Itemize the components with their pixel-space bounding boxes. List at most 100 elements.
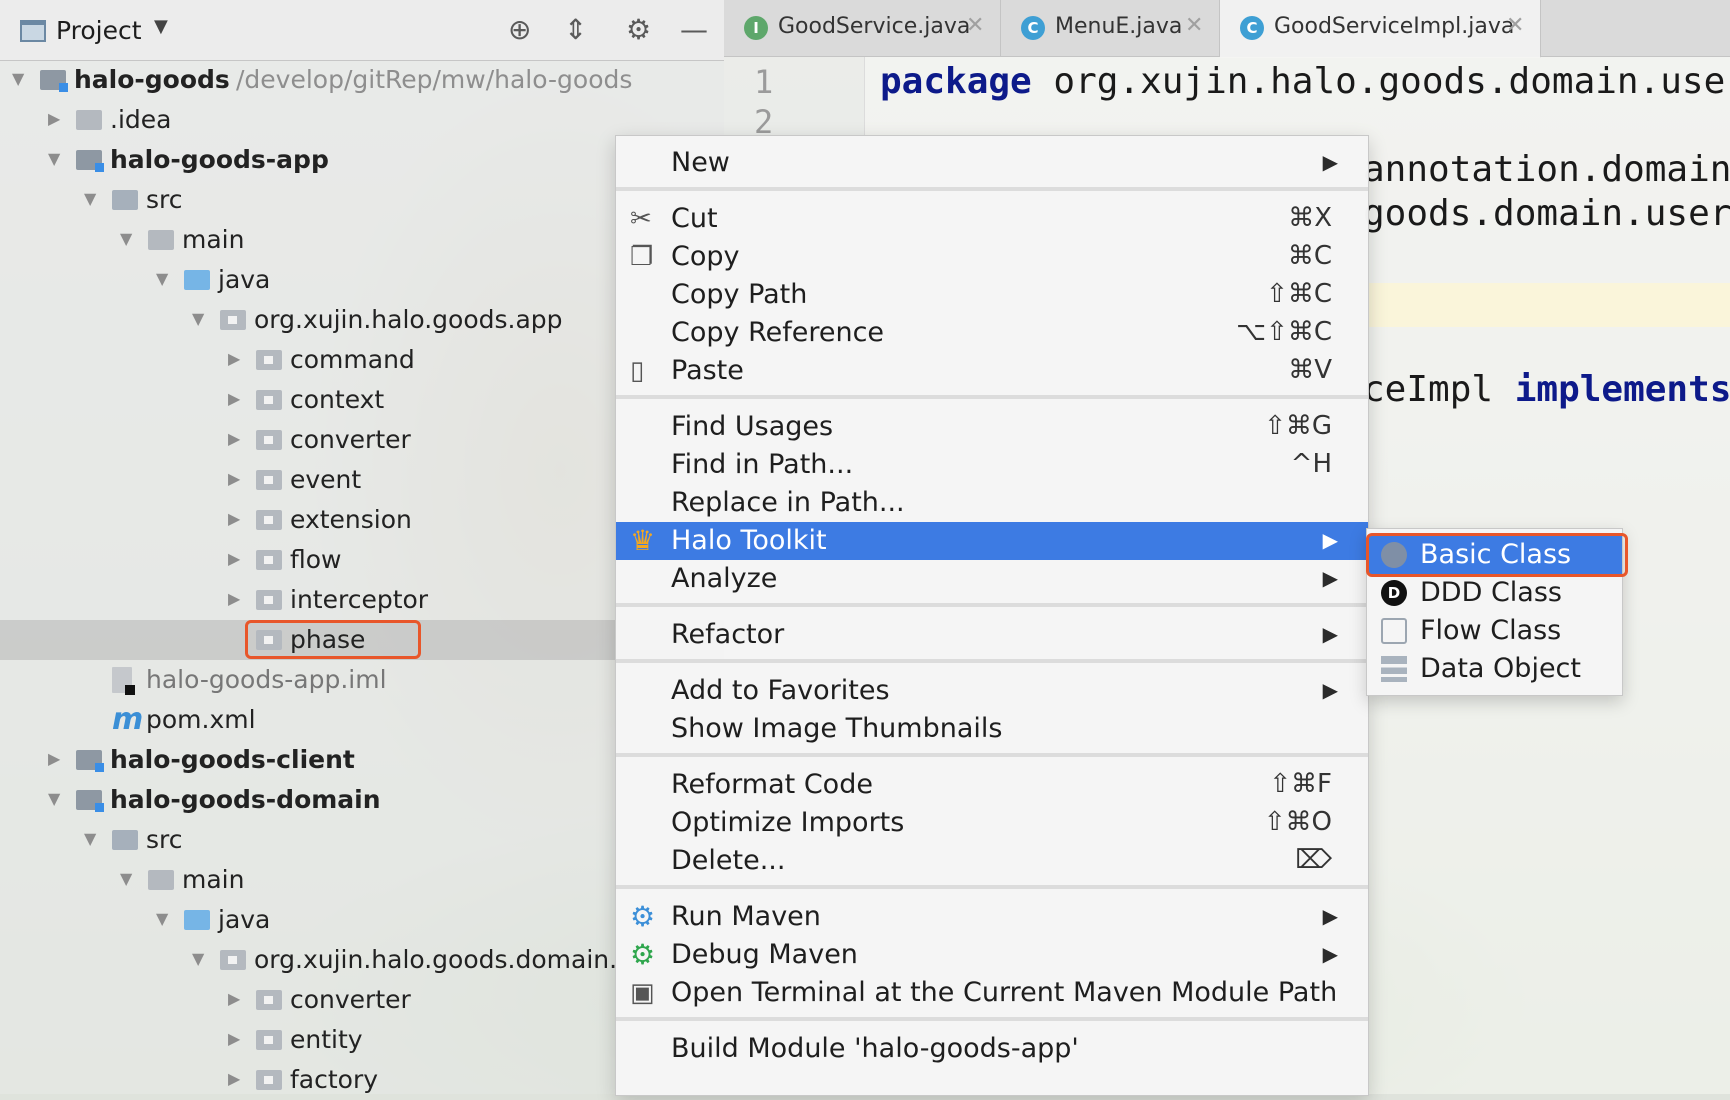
- expanded-arrow-icon[interactable]: ▼: [48, 149, 60, 168]
- tree-node[interactable]: ▶ .idea: [0, 100, 724, 140]
- menu-item-label: New: [671, 147, 730, 178]
- collapsed-arrow-icon[interactable]: ▶: [228, 589, 240, 608]
- collapsed-arrow-icon[interactable]: ▶: [228, 349, 240, 368]
- expanded-arrow-icon[interactable]: ▼: [84, 829, 96, 848]
- menu-item-build-module-halo-goods-app[interactable]: Build Module 'halo-goods-app': [616, 1030, 1368, 1068]
- expanded-arrow-icon[interactable]: ▼: [84, 189, 96, 208]
- tree-node-label: src: [146, 825, 183, 854]
- class-icon: C: [1240, 16, 1264, 40]
- tree-node-label: interceptor: [290, 585, 429, 614]
- submenu-item-flow-class[interactable]: Flow Class: [1367, 612, 1622, 650]
- collapse-all-icon[interactable]: ⇕: [564, 14, 587, 46]
- submenu-arrow-icon: ▶: [1322, 566, 1338, 590]
- menu-item-label: Copy Reference: [671, 317, 885, 348]
- tab-label: MenuE.java: [1055, 14, 1183, 39]
- expanded-arrow-icon[interactable]: ▼: [156, 909, 168, 928]
- tab-goodserviceimpl[interactable]: C GoodServiceImpl.java ✕: [1220, 0, 1541, 58]
- expanded-arrow-icon[interactable]: ▼: [120, 869, 132, 888]
- menu-item-label: Find in Path...: [671, 449, 854, 480]
- collapsed-arrow-icon[interactable]: ▶: [228, 509, 240, 528]
- expanded-arrow-icon[interactable]: ▼: [48, 789, 60, 808]
- collapsed-arrow-icon[interactable]: ▶: [228, 549, 240, 568]
- menu-shortcut: ⌘V: [1288, 355, 1332, 385]
- expanded-arrow-icon[interactable]: ▼: [192, 309, 204, 328]
- expanded-arrow-icon[interactable]: ▼: [192, 949, 204, 968]
- menu-item-copy-path[interactable]: Copy Path ⇧⌘C: [616, 276, 1368, 314]
- menu-item-analyze[interactable]: Analyze ▶: [616, 560, 1368, 598]
- folder-icon: [148, 230, 174, 250]
- menu-item-replace-in-path[interactable]: Replace in Path...: [616, 484, 1368, 522]
- package-icon: [256, 550, 282, 570]
- ddd-class-icon: D: [1381, 580, 1407, 606]
- collapsed-arrow-icon[interactable]: ▶: [48, 749, 60, 768]
- tab-menue[interactable]: C MenuE.java ✕: [1001, 0, 1220, 56]
- menu-item-open-terminal-at-the-current-maven-module-path[interactable]: ▣ Open Terminal at the Current Maven Modu…: [616, 974, 1368, 1012]
- menu-item-copy[interactable]: ❐ Copy ⌘C: [616, 238, 1368, 276]
- collapsed-arrow-icon[interactable]: ▶: [228, 469, 240, 488]
- collapsed-arrow-icon[interactable]: ▶: [228, 989, 240, 1008]
- tree-node[interactable]: ▼ halo-goods/develop/gitRep/mw/halo-goods: [0, 60, 724, 100]
- menu-shortcut: ⌘X: [1288, 203, 1332, 233]
- menu-separator: [616, 1017, 1368, 1021]
- collapsed-arrow-icon[interactable]: ▶: [228, 429, 240, 448]
- menu-item-find-usages[interactable]: Find Usages ⇧⌘G: [616, 408, 1368, 446]
- menu-shortcut: ⇧⌘F: [1269, 769, 1332, 799]
- close-icon[interactable]: ✕: [1506, 13, 1524, 38]
- gear-icon[interactable]: ⚙: [626, 14, 651, 46]
- close-icon[interactable]: ✕: [966, 13, 984, 38]
- menu-shortcut: ⇧⌘O: [1263, 807, 1332, 837]
- tree-node-label: halo-goods-domain: [110, 785, 381, 814]
- tree-node-label: halo-goods-app.iml: [146, 665, 387, 694]
- tree-node-label: event: [290, 465, 362, 494]
- submenu-arrow-icon: ▶: [1322, 528, 1338, 552]
- chevron-down-icon[interactable]: ▼: [154, 16, 168, 37]
- collapsed-arrow-icon[interactable]: ▶: [228, 1029, 240, 1048]
- menu-item-find-in-path[interactable]: Find in Path... ^H: [616, 446, 1368, 484]
- menu-item-label: Delete...: [671, 845, 786, 876]
- menu-item-debug-maven[interactable]: ⚙ Debug Maven ▶: [616, 936, 1368, 974]
- menu-item-delete[interactable]: Delete... ⌦: [616, 842, 1368, 880]
- menu-item-label: Refactor: [671, 619, 785, 650]
- collapsed-arrow-icon[interactable]: ▶: [48, 109, 60, 128]
- menu-item-refactor[interactable]: Refactor ▶: [616, 616, 1368, 654]
- menu-item-optimize-imports[interactable]: Optimize Imports ⇧⌘O: [616, 804, 1368, 842]
- menu-item-reformat-code[interactable]: Reformat Code ⇧⌘F: [616, 766, 1368, 804]
- menu-item-copy-reference[interactable]: Copy Reference ⌥⇧⌘C: [616, 314, 1368, 352]
- submenu-arrow-icon: ▶: [1322, 678, 1338, 702]
- package-icon: [256, 470, 282, 490]
- tab-label: GoodServiceImpl.java: [1274, 14, 1515, 39]
- submenu-item-ddd-class[interactable]: D DDD Class: [1367, 574, 1622, 612]
- collapsed-arrow-icon[interactable]: ▶: [228, 389, 240, 408]
- locate-file-icon[interactable]: ⊕: [508, 14, 531, 46]
- submenu-item-label: Flow Class: [1420, 615, 1562, 646]
- tree-node-label: extension: [290, 505, 412, 534]
- expanded-arrow-icon[interactable]: ▼: [12, 69, 24, 88]
- menu-item-show-image-thumbnails[interactable]: Show Image Thumbnails: [616, 710, 1368, 748]
- menu-item-label: Open Terminal at the Current Maven Modul…: [671, 977, 1338, 1008]
- menu-item-label: Replace in Path...: [671, 487, 905, 518]
- menu-item-cut[interactable]: ✂ Cut ⌘X: [616, 200, 1368, 238]
- expanded-arrow-icon[interactable]: ▼: [120, 229, 132, 248]
- menu-item-paste[interactable]: ▯ Paste ⌘V: [616, 352, 1368, 390]
- terminal-icon: ▣: [630, 978, 655, 1008]
- menu-item-label: Find Usages: [671, 411, 834, 442]
- menu-item-run-maven[interactable]: ⚙ Run Maven ▶: [616, 898, 1368, 936]
- data-object-icon: [1381, 656, 1407, 682]
- hide-panel-icon[interactable]: —: [680, 14, 708, 46]
- collapsed-arrow-icon[interactable]: ▶: [228, 1069, 240, 1088]
- code-text: org.xujin.halo.goods.domain.use: [1031, 61, 1726, 102]
- menu-item-add-to-favorites[interactable]: Add to Favorites ▶: [616, 672, 1368, 710]
- close-icon[interactable]: ✕: [1185, 13, 1203, 38]
- project-view-selector[interactable]: Project: [56, 16, 142, 45]
- submenu-arrow-icon: ▶: [1322, 904, 1338, 928]
- menu-item-new[interactable]: New ▶: [616, 144, 1368, 182]
- expanded-arrow-icon[interactable]: ▼: [156, 269, 168, 288]
- code-line-package: package org.xujin.halo.goods.domain.use: [880, 61, 1725, 102]
- menu-item-label: Show Image Thumbnails: [671, 713, 1003, 744]
- menu-shortcut: ⌘C: [1287, 241, 1332, 271]
- source-folder-icon: [112, 190, 138, 210]
- menu-shortcut: ^H: [1290, 449, 1332, 479]
- menu-item-halo-toolkit[interactable]: ♛ Halo Toolkit ▶: [616, 522, 1368, 560]
- submenu-item-data-object[interactable]: Data Object: [1367, 650, 1622, 688]
- tab-goodservice[interactable]: I GoodService.java ✕: [724, 0, 1001, 56]
